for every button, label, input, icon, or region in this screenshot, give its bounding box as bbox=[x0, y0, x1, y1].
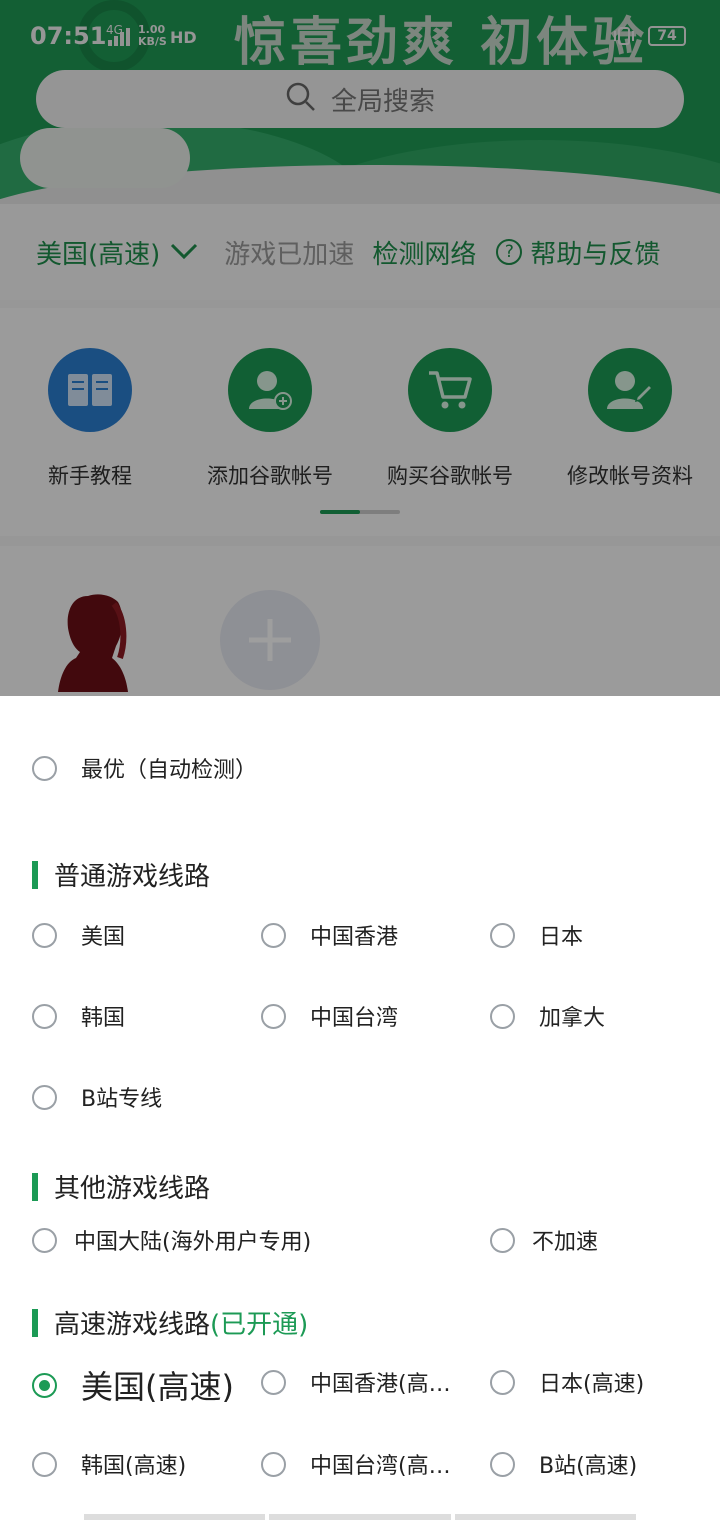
route-option[interactable]: 中国香港 bbox=[261, 919, 398, 951]
footer-button[interactable] bbox=[269, 1514, 451, 1520]
route-option-selected[interactable]: 美国(高速) bbox=[32, 1362, 234, 1408]
route-option[interactable]: 美国 bbox=[32, 919, 125, 951]
route-label: B站专线 bbox=[81, 1087, 163, 1112]
route-label: 美国(高速) bbox=[81, 1368, 234, 1406]
section-marker bbox=[32, 860, 38, 889]
radio-button[interactable] bbox=[261, 922, 286, 948]
route-label: 中国台湾 bbox=[310, 1006, 399, 1031]
route-label: 中国香港 bbox=[310, 925, 399, 950]
radio-button[interactable] bbox=[490, 1227, 515, 1253]
route-label: 韩国 bbox=[81, 1006, 126, 1031]
section-label: 其他游戏线路 bbox=[54, 1174, 211, 1204]
section-title-fast: 高速游戏线路 (已开通) bbox=[32, 1304, 308, 1341]
route-option[interactable]: 韩国(高速) bbox=[32, 1448, 186, 1480]
sheet-footer-buttons bbox=[84, 1514, 636, 1520]
radio-button[interactable] bbox=[490, 922, 515, 948]
route-label: 韩国(高速) bbox=[81, 1454, 187, 1479]
route-option[interactable]: 中国香港(高速) bbox=[261, 1366, 455, 1398]
section-marker bbox=[32, 1308, 38, 1337]
section-title-other: 其他游戏线路 bbox=[32, 1168, 210, 1205]
radio-button[interactable] bbox=[32, 755, 57, 781]
route-option[interactable]: B站(高速) bbox=[490, 1448, 637, 1480]
route-option[interactable]: 中国台湾(高速) bbox=[261, 1448, 455, 1480]
radio-button-checked[interactable] bbox=[32, 1372, 57, 1398]
route-option[interactable]: B站专线 bbox=[32, 1081, 162, 1113]
route-label: 美国 bbox=[81, 925, 126, 950]
route-label: 最优（自动检测） bbox=[81, 758, 258, 783]
radio-button[interactable] bbox=[261, 1003, 286, 1029]
route-option[interactable]: 不加速 bbox=[490, 1224, 598, 1256]
route-selection-sheet: 最优（自动检测） 普通游戏线路 美国 中国香港 日本 韩国 中国台湾 加拿大 B… bbox=[0, 696, 720, 1520]
radio-button[interactable] bbox=[32, 1084, 57, 1110]
radio-button[interactable] bbox=[261, 1451, 286, 1477]
radio-button[interactable] bbox=[32, 1451, 57, 1477]
modal-overlay[interactable] bbox=[0, 0, 720, 696]
route-label: 中国香港(高速) bbox=[310, 1372, 455, 1397]
route-option[interactable]: 中国大陆(海外用户专用) bbox=[32, 1224, 311, 1256]
route-option[interactable]: 中国台湾 bbox=[261, 1000, 398, 1032]
section-marker bbox=[32, 1172, 38, 1201]
radio-button[interactable] bbox=[32, 1227, 57, 1253]
section-label: 普通游戏线路 bbox=[54, 862, 211, 892]
route-label: 加拿大 bbox=[539, 1006, 606, 1031]
footer-button[interactable] bbox=[84, 1514, 266, 1520]
route-option[interactable]: 韩国 bbox=[32, 1000, 125, 1032]
radio-button[interactable] bbox=[490, 1451, 515, 1477]
radio-button[interactable] bbox=[261, 1369, 286, 1395]
route-label: 日本(高速) bbox=[539, 1372, 645, 1397]
route-option[interactable]: 加拿大 bbox=[490, 1000, 605, 1032]
route-label: 中国大陆(海外用户专用) bbox=[74, 1230, 312, 1255]
section-label: 高速游戏线路 bbox=[54, 1310, 211, 1340]
radio-button[interactable] bbox=[490, 1369, 515, 1395]
route-option-auto[interactable]: 最优（自动检测） bbox=[32, 752, 257, 784]
section-title-normal: 普通游戏线路 bbox=[32, 856, 210, 893]
route-label: 中国台湾(高速) bbox=[310, 1454, 455, 1479]
route-option[interactable]: 日本(高速) bbox=[490, 1366, 644, 1398]
section-status-badge: (已开通) bbox=[210, 1310, 309, 1340]
route-label: 日本 bbox=[539, 925, 584, 950]
route-option[interactable]: 日本 bbox=[490, 919, 583, 951]
radio-button[interactable] bbox=[32, 922, 57, 948]
footer-button[interactable] bbox=[454, 1514, 636, 1520]
radio-button[interactable] bbox=[32, 1003, 57, 1029]
route-label: 不加速 bbox=[532, 1230, 599, 1255]
radio-button[interactable] bbox=[490, 1003, 515, 1029]
route-label: B站(高速) bbox=[539, 1454, 638, 1479]
